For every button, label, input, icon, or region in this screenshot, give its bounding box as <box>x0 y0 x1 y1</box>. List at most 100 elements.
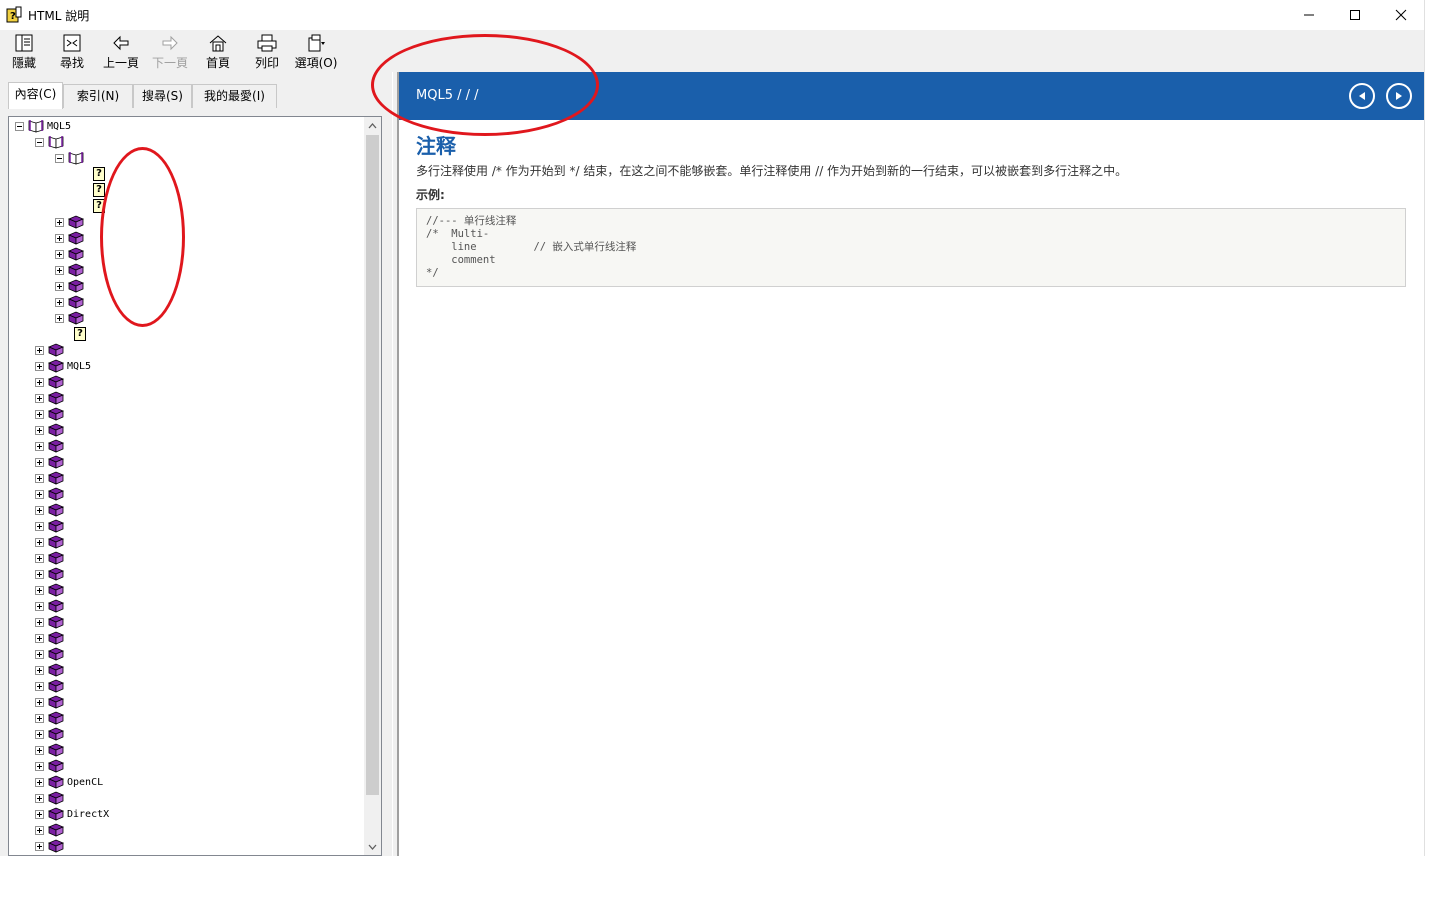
expand-plus-icon[interactable] <box>35 361 44 371</box>
expand-plus-icon[interactable] <box>35 345 44 355</box>
expand-plus-icon[interactable] <box>55 265 64 275</box>
tab-search[interactable]: 搜尋(S) <box>133 84 192 108</box>
expand-plus-icon[interactable] <box>35 489 44 499</box>
tab-index[interactable]: 索引(N) <box>63 84 133 108</box>
tree-item[interactable]: OpenCL <box>35 774 103 790</box>
home-button[interactable]: 首頁 <box>194 32 242 70</box>
tab-contents[interactable]: 內容(C) <box>8 82 63 109</box>
tree-item[interactable] <box>35 710 67 726</box>
back-button[interactable]: 上一頁 <box>97 32 145 70</box>
expand-plus-icon[interactable] <box>35 441 44 451</box>
tree-item[interactable] <box>35 614 67 630</box>
tree-item[interactable] <box>55 150 87 166</box>
tree-item[interactable] <box>35 662 67 678</box>
tree-item[interactable] <box>35 566 67 582</box>
previous-topic-button[interactable] <box>1349 83 1375 109</box>
scroll-thumb[interactable] <box>366 135 379 795</box>
expand-plus-icon[interactable] <box>35 585 44 595</box>
tree-item[interactable] <box>35 454 67 470</box>
tree-item[interactable] <box>35 630 67 646</box>
collapse-minus-icon[interactable] <box>55 153 64 163</box>
expand-plus-icon[interactable] <box>35 777 44 787</box>
expand-plus-icon[interactable] <box>35 809 44 819</box>
tree-item[interactable] <box>35 470 67 486</box>
expand-plus-icon[interactable] <box>35 745 44 755</box>
expand-plus-icon[interactable] <box>55 297 64 307</box>
tree-item[interactable]: DirectX <box>35 806 109 822</box>
expand-plus-icon[interactable] <box>55 281 64 291</box>
expand-plus-icon[interactable] <box>35 665 44 675</box>
expand-plus-icon[interactable] <box>35 473 44 483</box>
expand-plus-icon[interactable] <box>35 841 44 851</box>
tree-item[interactable] <box>35 134 67 150</box>
expand-plus-icon[interactable] <box>35 537 44 547</box>
tree-item[interactable] <box>35 518 67 534</box>
tree-item[interactable] <box>55 230 87 246</box>
tree-item[interactable] <box>35 742 67 758</box>
scroll-down-arrow[interactable] <box>364 838 381 855</box>
tree-item[interactable] <box>55 310 87 326</box>
tree-item[interactable] <box>55 294 87 310</box>
tab-favorites[interactable]: 我的最愛(I) <box>192 84 277 108</box>
collapse-minus-icon[interactable] <box>35 137 44 147</box>
expand-plus-icon[interactable] <box>35 409 44 419</box>
expand-plus-icon[interactable] <box>35 729 44 739</box>
tree-item[interactable] <box>35 678 67 694</box>
expand-plus-icon[interactable] <box>55 233 64 243</box>
locate-button[interactable]: 尋找 <box>48 32 96 70</box>
tree-item[interactable] <box>35 534 67 550</box>
tree-item[interactable] <box>35 374 67 390</box>
expand-plus-icon[interactable] <box>35 649 44 659</box>
tree-item[interactable] <box>35 598 67 614</box>
collapse-minus-icon[interactable] <box>15 121 24 131</box>
expand-plus-icon[interactable] <box>35 457 44 467</box>
tree-item[interactable] <box>35 342 67 358</box>
options-button[interactable]: 選項(O) <box>292 32 340 70</box>
tree-item[interactable] <box>55 262 87 278</box>
tree-item[interactable] <box>35 646 67 662</box>
tree-item[interactable] <box>35 838 67 854</box>
tree-item[interactable] <box>55 278 87 294</box>
tree-item[interactable] <box>35 790 67 806</box>
tree-item[interactable] <box>35 502 67 518</box>
expand-plus-icon[interactable] <box>35 825 44 835</box>
expand-plus-icon[interactable] <box>35 793 44 803</box>
close-button[interactable] <box>1378 0 1424 30</box>
expand-plus-icon[interactable] <box>35 393 44 403</box>
tree-item[interactable] <box>35 422 67 438</box>
next-topic-button[interactable] <box>1386 83 1412 109</box>
print-button[interactable]: 列印 <box>243 32 291 70</box>
expand-plus-icon[interactable] <box>35 761 44 771</box>
tree-item[interactable] <box>55 246 87 262</box>
expand-plus-icon[interactable] <box>35 569 44 579</box>
expand-plus-icon[interactable] <box>55 249 64 259</box>
expand-plus-icon[interactable] <box>35 553 44 563</box>
hide-button[interactable]: 隱藏 <box>0 32 48 70</box>
tree-item[interactable] <box>35 406 67 422</box>
expand-plus-icon[interactable] <box>35 425 44 435</box>
tree-item[interactable] <box>35 390 67 406</box>
expand-plus-icon[interactable] <box>55 313 64 323</box>
minimize-button[interactable] <box>1286 0 1332 30</box>
tree-item[interactable] <box>35 486 67 502</box>
expand-plus-icon[interactable] <box>35 377 44 387</box>
expand-plus-icon[interactable] <box>35 633 44 643</box>
tree-item[interactable] <box>35 758 67 774</box>
scroll-up-arrow[interactable] <box>364 117 381 134</box>
maximize-button[interactable] <box>1332 0 1378 30</box>
expand-plus-icon[interactable] <box>35 521 44 531</box>
expand-plus-icon[interactable] <box>35 617 44 627</box>
tree-item[interactable] <box>35 726 67 742</box>
tree-scrollbar[interactable] <box>364 117 381 855</box>
expand-plus-icon[interactable] <box>35 681 44 691</box>
tree-item[interactable]: MQL5 <box>15 118 71 134</box>
expand-plus-icon[interactable] <box>35 601 44 611</box>
tree-item[interactable] <box>35 550 67 566</box>
tree-item[interactable]: MQL5 <box>35 358 91 374</box>
expand-plus-icon[interactable] <box>35 713 44 723</box>
expand-plus-icon[interactable] <box>35 697 44 707</box>
tree-item[interactable] <box>35 582 67 598</box>
expand-plus-icon[interactable] <box>35 505 44 515</box>
expand-plus-icon[interactable] <box>55 217 64 227</box>
tree-item[interactable] <box>35 694 67 710</box>
